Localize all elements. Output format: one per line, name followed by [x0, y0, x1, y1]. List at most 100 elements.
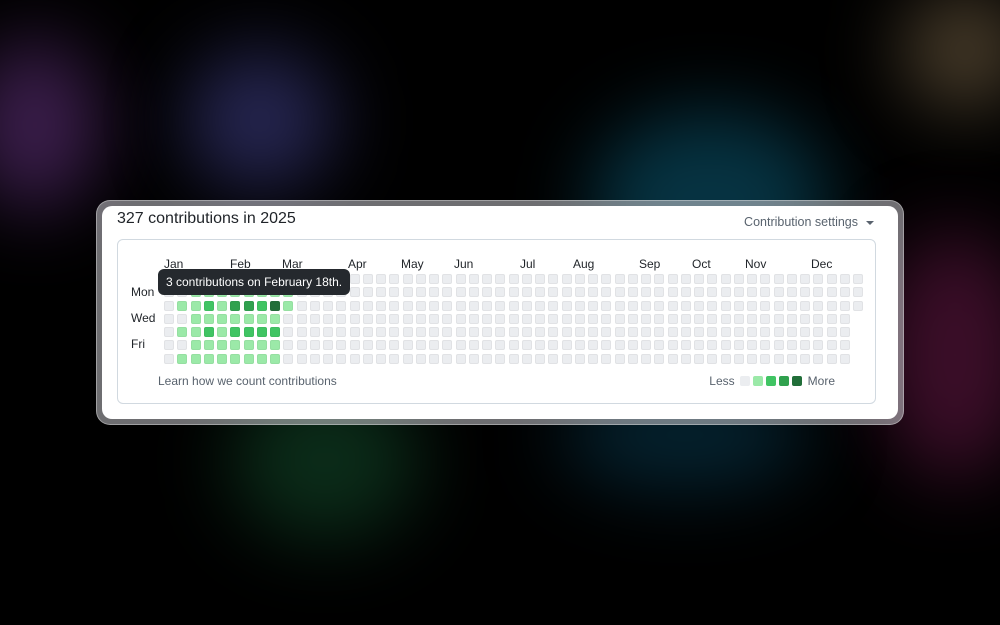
contribution-day-cell[interactable] — [402, 287, 413, 298]
contribution-day-cell[interactable] — [389, 287, 400, 298]
contribution-day-cell[interactable] — [217, 340, 227, 351]
contribution-day-cell[interactable] — [733, 287, 744, 298]
contribution-day-cell[interactable] — [588, 300, 598, 311]
contribution-day-cell[interactable] — [442, 327, 453, 337]
contribution-day-cell[interactable] — [495, 300, 506, 311]
contribution-day-cell[interactable] — [614, 274, 625, 284]
contribution-day-cell[interactable] — [256, 300, 267, 311]
contribution-day-cell[interactable] — [826, 313, 837, 324]
contribution-day-cell[interactable] — [495, 353, 506, 364]
contribution-day-cell[interactable] — [535, 327, 545, 337]
contribution-day-cell[interactable] — [813, 340, 824, 351]
contribution-day-cell[interactable] — [667, 340, 678, 351]
contribution-day-cell[interactable] — [707, 313, 718, 324]
contribution-day-cell[interactable] — [455, 327, 466, 337]
contribution-day-cell[interactable] — [826, 287, 837, 298]
contribution-day-cell[interactable] — [455, 300, 466, 311]
contribution-day-cell[interactable] — [243, 327, 254, 337]
contribution-day-cell[interactable] — [177, 353, 188, 364]
contribution-day-cell[interactable] — [574, 287, 585, 298]
contribution-day-cell[interactable] — [203, 300, 214, 311]
contribution-day-cell[interactable] — [800, 300, 810, 311]
contribution-day-cell[interactable] — [389, 327, 400, 337]
contribution-day-cell[interactable] — [508, 274, 519, 284]
contribution-day-cell[interactable] — [641, 340, 651, 351]
contribution-day-cell[interactable] — [362, 313, 373, 324]
contribution-day-cell[interactable] — [694, 287, 704, 298]
contribution-day-cell[interactable] — [521, 340, 532, 351]
contribution-day-cell[interactable] — [230, 327, 241, 337]
contribution-day-cell[interactable] — [627, 327, 638, 337]
contribution-day-cell[interactable] — [521, 313, 532, 324]
contribution-day-cell[interactable] — [720, 300, 731, 311]
contribution-day-cell[interactable] — [813, 327, 824, 337]
contribution-day-cell[interactable] — [336, 340, 347, 351]
contribution-day-cell[interactable] — [283, 300, 294, 311]
contribution-day-cell[interactable] — [230, 313, 241, 324]
contribution-day-cell[interactable] — [442, 287, 453, 298]
contribution-day-cell[interactable] — [667, 300, 678, 311]
contribution-day-cell[interactable] — [720, 274, 731, 284]
contribution-day-cell[interactable] — [323, 300, 333, 311]
contribution-day-cell[interactable] — [349, 274, 360, 284]
contribution-day-cell[interactable] — [164, 327, 174, 337]
contribution-day-cell[interactable] — [707, 274, 718, 284]
contribution-day-cell[interactable] — [349, 300, 360, 311]
contribution-day-cell[interactable] — [468, 353, 479, 364]
contribution-day-cell[interactable] — [839, 340, 850, 351]
contribution-day-cell[interactable] — [203, 313, 214, 324]
contribution-day-cell[interactable] — [349, 340, 360, 351]
contribution-settings-button[interactable]: Contribution settings — [744, 215, 874, 229]
contribution-day-cell[interactable] — [270, 340, 280, 351]
contribution-day-cell[interactable] — [707, 327, 718, 337]
contribution-day-cell[interactable] — [839, 353, 850, 364]
contribution-day-cell[interactable] — [747, 313, 757, 324]
contribution-day-cell[interactable] — [283, 340, 294, 351]
contribution-day-cell[interactable] — [773, 340, 784, 351]
contribution-day-cell[interactable] — [455, 353, 466, 364]
contribution-day-cell[interactable] — [654, 340, 665, 351]
contribution-day-cell[interactable] — [614, 340, 625, 351]
contribution-day-cell[interactable] — [627, 353, 638, 364]
contribution-day-cell[interactable] — [296, 340, 307, 351]
contribution-day-cell[interactable] — [786, 327, 797, 337]
contribution-day-cell[interactable] — [177, 340, 188, 351]
contribution-day-cell[interactable] — [283, 353, 294, 364]
contribution-day-cell[interactable] — [230, 300, 241, 311]
contribution-day-cell[interactable] — [680, 274, 691, 284]
contribution-day-cell[interactable] — [680, 300, 691, 311]
contribution-day-cell[interactable] — [309, 300, 320, 311]
contribution-day-cell[interactable] — [256, 327, 267, 337]
contribution-day-cell[interactable] — [256, 353, 267, 364]
contribution-day-cell[interactable] — [694, 340, 704, 351]
contribution-day-cell[interactable] — [641, 353, 651, 364]
contribution-day-cell[interactable] — [548, 300, 559, 311]
contribution-day-cell[interactable] — [853, 274, 863, 284]
contribution-day-cell[interactable] — [376, 274, 386, 284]
contribution-day-cell[interactable] — [601, 353, 612, 364]
contribution-day-cell[interactable] — [468, 274, 479, 284]
contribution-day-cell[interactable] — [574, 300, 585, 311]
contribution-day-cell[interactable] — [786, 340, 797, 351]
contribution-day-cell[interactable] — [813, 274, 824, 284]
contribution-day-cell[interactable] — [177, 300, 188, 311]
contribution-day-cell[interactable] — [601, 340, 612, 351]
contribution-day-cell[interactable] — [217, 327, 227, 337]
contribution-day-cell[interactable] — [561, 274, 572, 284]
contribution-day-cell[interactable] — [243, 353, 254, 364]
contribution-day-cell[interactable] — [376, 353, 386, 364]
contribution-day-cell[interactable] — [813, 300, 824, 311]
contribution-day-cell[interactable] — [654, 287, 665, 298]
contribution-day-cell[interactable] — [680, 340, 691, 351]
contribution-day-cell[interactable] — [362, 287, 373, 298]
contribution-day-cell[interactable] — [601, 300, 612, 311]
contribution-day-cell[interactable] — [760, 274, 771, 284]
contribution-day-cell[interactable] — [839, 300, 850, 311]
contribution-day-cell[interactable] — [190, 313, 201, 324]
contribution-day-cell[interactable] — [680, 327, 691, 337]
contribution-day-cell[interactable] — [720, 353, 731, 364]
contribution-day-cell[interactable] — [336, 313, 347, 324]
contribution-day-cell[interactable] — [680, 353, 691, 364]
contribution-day-cell[interactable] — [694, 353, 704, 364]
contribution-day-cell[interactable] — [813, 353, 824, 364]
